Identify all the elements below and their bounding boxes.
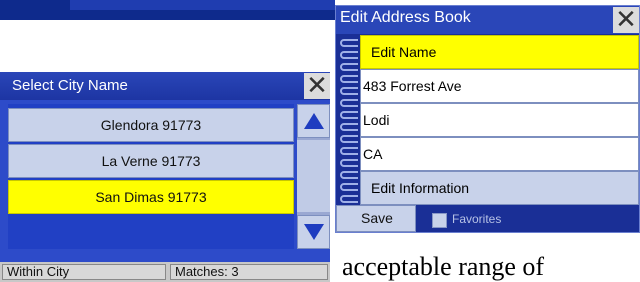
city-field[interactable]: Lodi bbox=[360, 103, 639, 137]
arrow-down-icon bbox=[304, 224, 324, 240]
city-item-san-dimas[interactable]: San Dimas 91773 bbox=[8, 180, 294, 214]
favorites-label: Favorites bbox=[452, 212, 502, 226]
edit-address-titlebar: Edit Address Book bbox=[336, 6, 639, 34]
scroll-down-button[interactable] bbox=[297, 215, 330, 249]
background-window-edge bbox=[0, 0, 335, 20]
spiral-binding-icon bbox=[340, 39, 358, 203]
street-field[interactable]: 483 Forrest Ave bbox=[360, 69, 639, 103]
edit-address-title: Edit Address Book bbox=[340, 9, 471, 26]
save-button[interactable]: Save bbox=[336, 205, 416, 232]
select-city-titlebar: Select City Name bbox=[0, 72, 330, 100]
close-icon[interactable]: ✕ bbox=[613, 6, 639, 33]
doc-caption: acceptable range of bbox=[342, 252, 545, 281]
close-icon[interactable]: ✕ bbox=[304, 72, 330, 99]
edit-name-header[interactable]: Edit Name bbox=[360, 35, 639, 69]
city-list: Glendora 91773 La Verne 91773 San Dimas … bbox=[8, 104, 294, 249]
arrow-up-icon bbox=[304, 113, 324, 129]
state-field[interactable]: CA bbox=[360, 137, 639, 171]
select-city-window: Select City Name ✕ Glendora 91773 La Ver… bbox=[0, 72, 330, 282]
status-matches: Matches: 3 bbox=[170, 264, 328, 280]
city-item-la-verne[interactable]: La Verne 91773 bbox=[8, 144, 294, 178]
edit-address-book-window: Edit Address Book ✕ Edit Name 483 Forres… bbox=[335, 5, 640, 233]
favorites-checkbox[interactable] bbox=[432, 213, 447, 228]
city-item-glendora[interactable]: Glendora 91773 bbox=[8, 108, 294, 142]
status-scope: Within City bbox=[2, 264, 166, 280]
edit-information-button[interactable]: Edit Information bbox=[360, 171, 639, 205]
scroll-up-button[interactable] bbox=[297, 104, 330, 138]
status-bar: Within City Matches: 3 bbox=[0, 262, 330, 282]
scroll-track[interactable] bbox=[297, 140, 330, 212]
city-scrollbar[interactable] bbox=[297, 104, 330, 249]
select-city-title: Select City Name bbox=[12, 77, 128, 94]
